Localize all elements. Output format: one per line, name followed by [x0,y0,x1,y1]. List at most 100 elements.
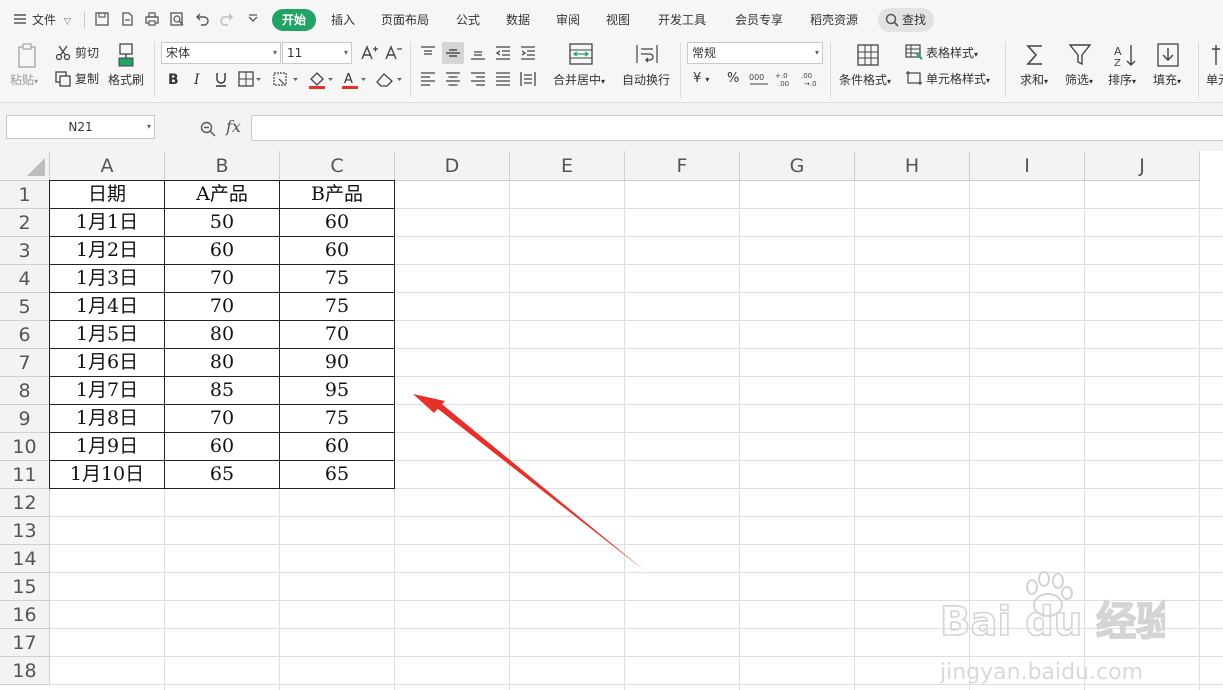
decrease-indent-icon[interactable] [493,43,513,63]
row-header-15[interactable]: 15 [0,573,50,601]
header-cell-b1[interactable]: A产品 [164,180,280,209]
align-middle-icon[interactable] [443,43,463,63]
file-menu[interactable]: 文件 ▽ [32,10,71,30]
zoom-icon[interactable] [199,120,217,138]
conditional-format-button[interactable]: 条件格式▾ [839,73,891,89]
align-left-icon[interactable] [418,69,438,89]
column-header-d[interactable]: D [395,151,510,181]
customize-toolbar-icon[interactable] [243,9,263,29]
data-cell-b5[interactable]: 70 [164,292,280,321]
currency-icon[interactable]: ¥ ▾ [693,72,709,87]
paste-button[interactable]: 粘贴▾ [10,73,38,89]
paste-icon[interactable] [14,42,40,70]
cell-style-button[interactable]: 单元格样式▾ [926,72,990,88]
filter-icon[interactable] [1068,42,1092,68]
tab-docer[interactable]: 稻壳资源 [810,10,858,30]
data-cell-a7[interactable]: 1月6日 [49,348,165,377]
conditional-format-icon[interactable] [856,43,880,67]
merge-center-icon[interactable] [568,42,594,66]
data-cell-c9[interactable]: 75 [279,404,395,433]
underline-icon[interactable] [212,70,230,88]
insert-function-button[interactable]: fx [226,117,241,137]
row-header-12[interactable]: 12 [0,489,50,517]
row-header-8[interactable]: 8 [0,377,50,405]
justify-icon[interactable] [493,69,513,89]
data-cell-a2[interactable]: 1月1日 [49,208,165,237]
increase-font-icon[interactable] [359,43,379,63]
thousands-separator-icon[interactable]: 000 [748,70,770,88]
select-all-button[interactable] [0,151,50,181]
data-cell-b9[interactable]: 70 [164,404,280,433]
format-painter-button[interactable]: 格式刷 [108,73,144,87]
data-cell-c11[interactable]: 65 [279,460,395,489]
cell-menu-button[interactable]: 单元 [1206,73,1223,87]
data-cell-c10[interactable]: 60 [279,432,395,461]
row-header-14[interactable]: 14 [0,545,50,573]
name-box[interactable]: N21 ▾ [6,115,155,139]
percent-icon[interactable]: % [727,72,739,86]
scissors-icon[interactable] [54,44,72,62]
row-header-18[interactable]: 18 [0,657,50,685]
align-center-icon[interactable] [443,69,463,89]
column-header-c[interactable]: C [280,151,395,181]
sum-icon[interactable] [1023,42,1047,68]
row-header-13[interactable]: 13 [0,517,50,545]
row-header-6[interactable]: 6 [0,321,50,349]
search-button[interactable]: 查找 [878,8,934,32]
redo-icon[interactable] [217,9,237,29]
row-header-3[interactable]: 3 [0,237,50,265]
cut-button[interactable]: 剪切 [75,46,99,60]
export-pdf-icon[interactable] [117,9,137,29]
cell-style-format-icon[interactable] [905,70,923,86]
tab-insert[interactable]: 插入 [331,10,355,30]
hamburger-menu-icon[interactable] [10,9,30,29]
formula-input[interactable] [251,115,1223,141]
save-icon[interactable] [92,9,112,29]
data-cell-c5[interactable]: 75 [279,292,395,321]
number-format-select[interactable]: 常规 ▾ [687,42,823,64]
row-header-1[interactable]: 1 [0,181,50,209]
copy-icon[interactable] [54,70,72,88]
print-icon[interactable] [142,9,162,29]
column-header-j[interactable]: J [1085,151,1200,181]
format-painter-icon[interactable] [115,42,137,68]
filter-button[interactable]: 筛选▾ [1065,73,1093,89]
header-cell-a1[interactable]: 日期 [49,180,165,209]
data-cell-c2[interactable]: 60 [279,208,395,237]
data-cell-a5[interactable]: 1月4日 [49,292,165,321]
data-cell-c4[interactable]: 75 [279,264,395,293]
bold-icon[interactable]: B [164,70,182,88]
data-cell-b11[interactable]: 65 [164,460,280,489]
data-cell-a10[interactable]: 1月9日 [49,432,165,461]
tab-data[interactable]: 数据 [506,10,530,30]
data-cell-a8[interactable]: 1月7日 [49,376,165,405]
data-cell-c3[interactable]: 60 [279,236,395,265]
row-header-16[interactable]: 16 [0,601,50,629]
font-name-select[interactable]: 宋体 ▾ [161,42,281,64]
tab-developer[interactable]: 开发工具 [658,10,706,30]
column-header-f[interactable]: F [625,151,740,181]
increase-decimal-icon[interactable]: +.0.00 [774,70,796,88]
tab-formulas[interactable]: 公式 [456,10,480,30]
font-color-icon[interactable]: A [340,70,368,90]
sum-button[interactable]: 求和▾ [1020,73,1048,89]
wrap-text-button[interactable]: 自动换行 [622,73,670,87]
data-cell-a4[interactable]: 1月3日 [49,264,165,293]
fill-button[interactable]: 填充▾ [1153,73,1181,89]
row-header-4[interactable]: 4 [0,265,50,293]
column-header-a[interactable]: A [50,151,165,181]
fill-color-icon[interactable] [307,70,335,90]
table-style-button[interactable]: 表格样式▾ [926,46,978,62]
data-cell-b2[interactable]: 50 [164,208,280,237]
data-cell-b3[interactable]: 60 [164,236,280,265]
border-icon[interactable] [237,70,263,88]
data-cell-b6[interactable]: 80 [164,320,280,349]
tab-page-layout[interactable]: 页面布局 [381,10,429,30]
data-cell-b7[interactable]: 80 [164,348,280,377]
sort-button[interactable]: 排序▾ [1108,73,1136,89]
column-header-e[interactable]: E [510,151,625,181]
italic-icon[interactable]: I [188,70,206,88]
row-header-10[interactable]: 10 [0,433,50,461]
data-cell-a6[interactable]: 1月5日 [49,320,165,349]
fill-down-icon[interactable] [1156,42,1180,68]
